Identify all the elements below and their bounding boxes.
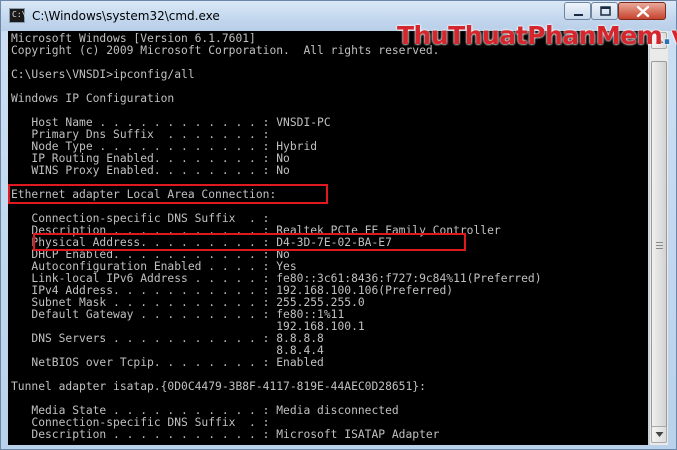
- close-button[interactable]: [618, 2, 666, 20]
- cmd-icon[interactable]: C:\: [9, 8, 27, 23]
- vertical-scrollbar[interactable]: [649, 31, 668, 445]
- maximize-icon: [600, 6, 611, 16]
- cmd-icon-glyph: C:\: [12, 10, 27, 19]
- arrow-down-icon: [655, 432, 664, 437]
- maximize-button[interactable]: [591, 2, 618, 20]
- cmd-window: C:\ C:\Windows\system32\cmd.exe ThuThuat…: [0, 0, 677, 450]
- console-line: Windows IP Configuration: [11, 92, 175, 105]
- scroll-thumb[interactable]: [651, 61, 667, 431]
- console-line: WINS Proxy Enabled. . . . . . . . : No: [11, 164, 290, 177]
- watermark-suffix: vn: [671, 21, 677, 50]
- scroll-down-button[interactable]: [651, 426, 667, 443]
- window-title: C:\Windows\system32\cmd.exe: [32, 9, 220, 23]
- watermark-logo: ThuThuatPhanMem.vn: [397, 21, 677, 50]
- minimize-icon: [574, 14, 583, 16]
- console-line: NetBIOS over Tcpip. . . . . . . . : Enab…: [11, 356, 324, 369]
- minimize-button[interactable]: [564, 2, 591, 20]
- console-line: Copyright (c) 2009 Microsoft Corporation…: [11, 44, 440, 57]
- console-line: Ethernet adapter Local Area Connection:: [11, 188, 277, 201]
- watermark-text: ThuThuatPhanMem: [397, 21, 663, 50]
- watermark-dot: .: [662, 21, 672, 50]
- console-output[interactable]: Microsoft Windows [Version 6.1.7601] Cop…: [8, 31, 648, 445]
- close-icon: [636, 5, 650, 18]
- console-line: Tunnel adapter isatap.{0D0C4479-3B8F-411…: [11, 380, 426, 393]
- console-line: Description . . . . . . . . . . . : Micr…: [11, 428, 440, 441]
- console-line: C:\Users\VNSDI>ipconfig/all: [11, 68, 195, 81]
